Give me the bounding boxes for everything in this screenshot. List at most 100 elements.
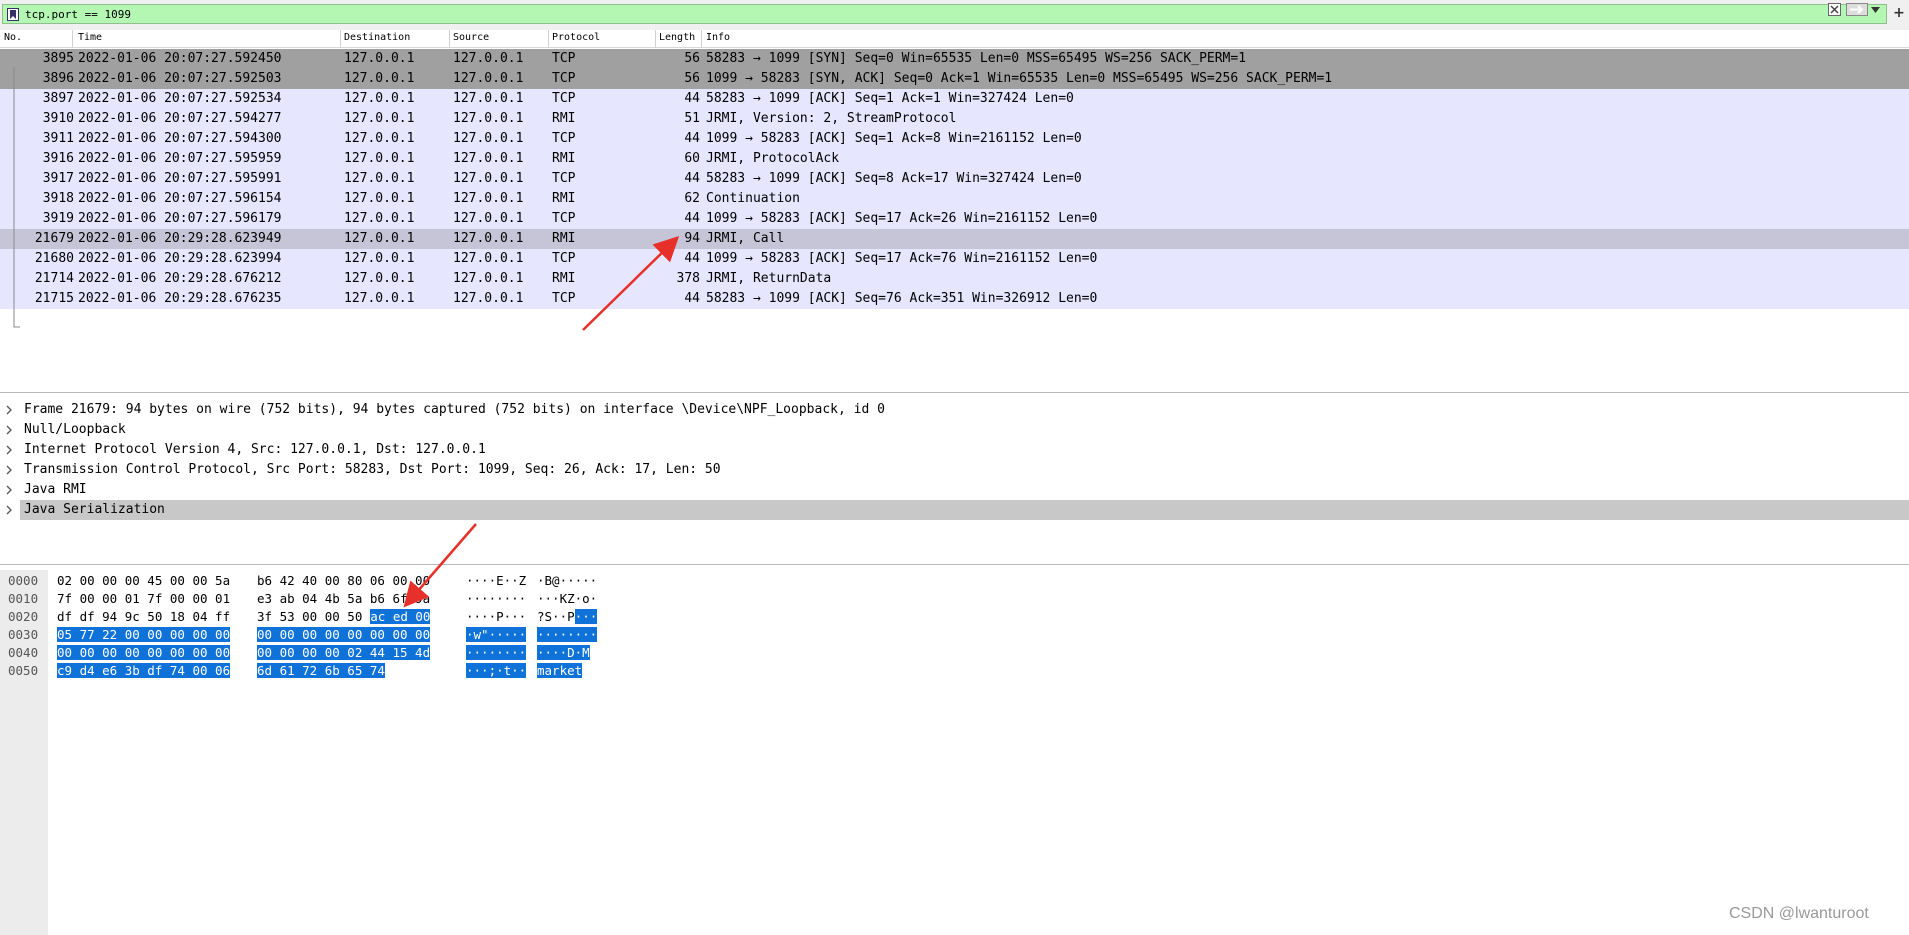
detail-tree-label: Transmission Control Protocol, Src Port:…: [24, 462, 721, 477]
bookmark-icon[interactable]: [7, 8, 19, 21]
packet-details-pane[interactable]: Frame 21679: 94 bytes on wire (752 bits)…: [0, 398, 1909, 565]
info-cell: JRMI, ProtocolAck: [706, 151, 840, 166]
packet-row[interactable]: 3918 2022-01-06 20:07:27.596154 127.0.0.1 1…: [0, 189, 1909, 209]
apply-filter-icon[interactable]: [1846, 3, 1868, 16]
time-cell: 2022-01-06 20:07:27.592503: [78, 71, 282, 86]
ascii-bytes-selected[interactable]: ·w"·····: [466, 627, 527, 642]
column-header-no[interactable]: No.: [4, 32, 22, 43]
packet-row[interactable]: 3917 2022-01-06 20:07:27.595991 127.0.0.1 1…: [0, 169, 1909, 189]
hex-bytes[interactable]: df df 94 9c 50 18 04 ff: [57, 609, 230, 624]
hex-bytes[interactable]: b6 42 40 00 80 06 00 00: [257, 573, 430, 588]
column-separator[interactable]: [72, 30, 73, 47]
clear-filter-icon[interactable]: [1828, 3, 1841, 16]
detail-tree-item[interactable]: Frame 21679: 94 bytes on wire (752 bits)…: [0, 400, 1909, 420]
ascii-bytes[interactable]: ········: [466, 591, 526, 606]
chevron-right-icon[interactable]: [4, 404, 14, 416]
hex-bytes[interactable]: 02 00 00 00 45 00 00 5a: [57, 573, 230, 588]
hex-bytes-selected[interactable]: 05 77 22 00 00 00 00 00: [57, 627, 231, 642]
packet-row[interactable]: 3897 2022-01-06 20:07:27.592534 127.0.0.1 1…: [0, 89, 1909, 109]
detail-tree-label: Null/Loopback: [24, 422, 126, 437]
detail-tree-item[interactable]: Java RMI: [0, 480, 1909, 500]
column-header-source[interactable]: Source: [453, 32, 489, 43]
hex-bytes[interactable]: 3f 53 00 00 50: [257, 609, 362, 624]
source-cell: 127.0.0.1: [453, 231, 524, 246]
packet-row[interactable]: 3895 2022-01-06 20:07:27.592450 127.0.0.1 1…: [0, 49, 1909, 69]
info-cell: JRMI, Version: 2, StreamProtocol: [706, 111, 957, 126]
packet-row[interactable]: 3896 2022-01-06 20:07:27.592503 127.0.0.1 1…: [0, 69, 1909, 89]
length-cell: 44: [684, 171, 700, 186]
detail-tree-label: Java RMI: [24, 482, 87, 497]
info-cell: 1099 → 58283 [ACK] Seq=1 Ack=8 Win=21611…: [706, 131, 1082, 146]
column-header-time[interactable]: Time: [78, 32, 102, 43]
hex-bytes-selected[interactable]: 00 00 00 00 00 00 00 00: [257, 627, 431, 642]
ascii-bytes-selected[interactable]: market: [537, 663, 583, 678]
packet-number-cell: 3919: [42, 211, 74, 226]
column-header-info[interactable]: Info: [706, 32, 730, 43]
packet-bytes-pane[interactable]: 0000 02 00 00 00 45 00 00 5a b6 42 40 00 8…: [0, 570, 1909, 935]
packet-row[interactable]: 3911 2022-01-06 20:07:27.594300 127.0.0.1 1…: [0, 129, 1909, 149]
hex-bytes[interactable]: e3 ab 04 4b 5a b6 6f 9a: [257, 591, 430, 606]
ascii-bytes[interactable]: ?S··P: [537, 609, 575, 624]
column-separator[interactable]: [340, 30, 341, 47]
source-cell: 127.0.0.1: [453, 251, 524, 266]
packet-row[interactable]: 21714 2022-01-06 20:29:28.676212 127.0.0.1…: [0, 269, 1909, 289]
hex-bytes[interactable]: 7f 00 00 01 7f 00 00 01: [57, 591, 230, 606]
column-separator[interactable]: [548, 30, 549, 47]
time-cell: 2022-01-06 20:07:27.594277: [78, 111, 282, 126]
packet-number-cell: 21715: [34, 291, 74, 306]
packet-number-cell: 3910: [42, 111, 74, 126]
packet-list-pane[interactable]: No. Time Destination Source Protocol Len…: [0, 30, 1909, 393]
add-filter-button[interactable]: +: [1891, 3, 1907, 23]
chevron-right-icon[interactable]: [4, 424, 14, 436]
ascii-bytes[interactable]: ····P···: [466, 609, 526, 624]
length-cell: 44: [684, 251, 700, 266]
column-separator[interactable]: [701, 30, 702, 47]
chevron-right-icon[interactable]: [4, 464, 14, 476]
detail-tree-item[interactable]: Java Serialization: [6, 500, 1909, 520]
chevron-right-icon[interactable]: [4, 504, 14, 516]
detail-tree-item[interactable]: Internet Protocol Version 4, Src: 127.0.…: [0, 440, 1909, 460]
protocol-cell: TCP: [552, 51, 576, 66]
time-cell: 2022-01-06 20:07:27.592534: [78, 91, 282, 106]
hex-bytes-selected[interactable]: 6d 61 72 6b 65 74: [257, 663, 385, 678]
ascii-bytes-selected[interactable]: ···;·t··: [466, 663, 527, 678]
packet-row[interactable]: 21679 2022-01-06 20:29:28.623949 127.0.0.1…: [0, 229, 1909, 249]
packet-row[interactable]: 21680 2022-01-06 20:29:28.623994 127.0.0.1…: [0, 249, 1909, 269]
column-header-length[interactable]: Length: [659, 32, 695, 43]
column-separator[interactable]: [655, 30, 656, 47]
protocol-cell: RMI: [552, 231, 576, 246]
ascii-bytes-selected[interactable]: ····D·M: [537, 645, 590, 660]
hex-bytes-selected[interactable]: c9 d4 e6 3b df 74 00 06: [57, 663, 231, 678]
length-cell: 56: [684, 51, 700, 66]
display-filter-field[interactable]: [2, 4, 1887, 24]
ascii-bytes-selected[interactable]: ········: [466, 645, 527, 660]
packet-row[interactable]: 3910 2022-01-06 20:07:27.594277 127.0.0.1 1…: [0, 109, 1909, 129]
ascii-bytes[interactable]: ····E··Z: [466, 573, 526, 588]
source-cell: 127.0.0.1: [453, 71, 524, 86]
hex-row: 0020 df df 94 9c 50 18 04 ff 3f 53 00 00 5…: [0, 608, 1909, 626]
destination-cell: 127.0.0.1: [344, 51, 415, 66]
length-cell: 51: [684, 111, 700, 126]
packet-row[interactable]: 21715 2022-01-06 20:29:28.676235 127.0.0.1…: [0, 289, 1909, 309]
packet-row[interactable]: 3916 2022-01-06 20:07:27.595959 127.0.0.1 1…: [0, 149, 1909, 169]
column-header-destination[interactable]: Destination: [344, 32, 410, 43]
hex-bytes-selected[interactable]: 00 00 00 00 02 44 15 4d: [257, 645, 431, 660]
detail-tree-item[interactable]: Transmission Control Protocol, Src Port:…: [0, 460, 1909, 480]
hex-bytes-selected[interactable]: ac ed 00: [370, 609, 431, 624]
display-filter-input[interactable]: [25, 6, 1815, 23]
chevron-right-icon[interactable]: [4, 484, 14, 496]
ascii-bytes-selected[interactable]: ···: [574, 609, 598, 624]
source-cell: 127.0.0.1: [453, 151, 524, 166]
ascii-bytes[interactable]: ·B@·····: [537, 573, 597, 588]
column-separator[interactable]: [449, 30, 450, 47]
hex-bytes-selected[interactable]: 00 00 00 00 00 00 00 00: [57, 645, 231, 660]
detail-tree-item[interactable]: Null/Loopback: [0, 420, 1909, 440]
column-header-protocol[interactable]: Protocol: [552, 32, 600, 43]
chevron-down-icon[interactable]: [1871, 7, 1880, 13]
ascii-bytes-selected[interactable]: ········: [537, 627, 598, 642]
packet-number-cell: 21714: [34, 271, 74, 286]
chevron-right-icon[interactable]: [4, 444, 14, 456]
ascii-bytes[interactable]: ···KZ·o·: [537, 591, 597, 606]
packet-row[interactable]: 3919 2022-01-06 20:07:27.596179 127.0.0.1 1…: [0, 209, 1909, 229]
source-cell: 127.0.0.1: [453, 171, 524, 186]
